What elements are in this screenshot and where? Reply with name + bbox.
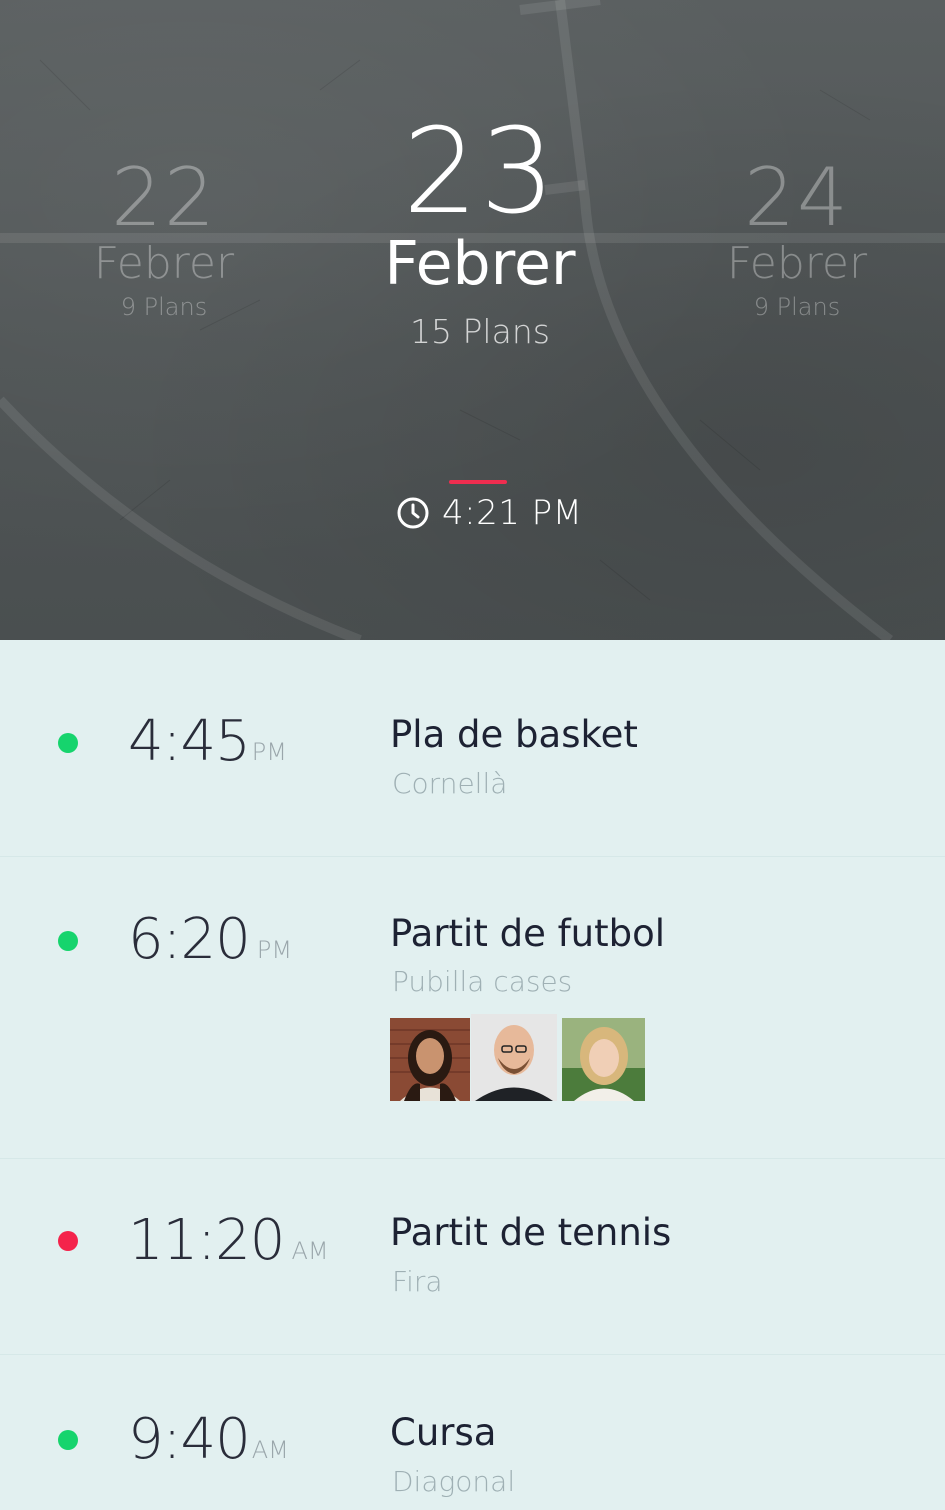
day-previous[interactable]: 22 Febrer 9 Plans bbox=[34, 158, 294, 322]
event-title: Pla de basket bbox=[390, 713, 638, 756]
event-time: 4:45PM bbox=[128, 712, 287, 772]
status-dot bbox=[58, 1430, 78, 1450]
event-time-value: 4:45 bbox=[128, 709, 251, 774]
day-month: Febrer bbox=[384, 229, 576, 299]
event-list: 4:45PM Pla de basket Cornellà 6:20 PM Pa… bbox=[0, 640, 945, 1510]
current-time: 4:21 PM bbox=[396, 493, 583, 533]
avatar[interactable] bbox=[471, 1014, 557, 1101]
event-time: 6:20 PM bbox=[128, 910, 292, 970]
event-location: Pubilla cases bbox=[392, 965, 573, 998]
day-number: 23 bbox=[402, 102, 558, 240]
event-item[interactable]: 11:20 AM Partit de tennis Fira bbox=[0, 1158, 945, 1354]
date-header: 22 Febrer 9 Plans 23 Febrer 15 Plans 24 … bbox=[0, 0, 945, 640]
event-title: Cursa bbox=[390, 1411, 497, 1454]
day-next[interactable]: 24 Febrer 9 Plans bbox=[667, 158, 927, 322]
event-location: Fira bbox=[392, 1265, 443, 1298]
event-title: Partit de futbol bbox=[390, 912, 665, 955]
day-current[interactable]: 23 Febrer 15 Plans bbox=[330, 112, 630, 352]
event-time: 11:20 AM bbox=[128, 1211, 329, 1271]
event-time-period: AM bbox=[251, 1436, 289, 1464]
event-time-period: AM bbox=[291, 1237, 329, 1265]
day-number: 24 bbox=[744, 151, 850, 244]
event-item[interactable]: 4:45PM Pla de basket Cornellà bbox=[0, 640, 945, 856]
status-dot bbox=[58, 931, 78, 951]
event-time: 9:40AM bbox=[128, 1410, 289, 1470]
event-item[interactable]: 9:40AM Cursa Diagonal bbox=[0, 1354, 945, 1510]
day-month: Febrer bbox=[726, 238, 868, 289]
day-plans-count: 15 Plans bbox=[410, 312, 550, 351]
day-number: 22 bbox=[111, 151, 217, 244]
avatar[interactable] bbox=[562, 1018, 645, 1101]
day-plans-count: 9 Plans bbox=[753, 293, 841, 321]
event-time-value: 6:20 bbox=[128, 907, 251, 972]
event-time-value: 11:20 bbox=[128, 1208, 285, 1273]
event-title: Partit de tennis bbox=[390, 1211, 672, 1254]
current-time-label: 4:21 PM bbox=[442, 493, 583, 533]
avatar[interactable] bbox=[390, 1018, 470, 1101]
event-location: Cornellà bbox=[392, 767, 508, 800]
event-time-period: PM bbox=[256, 936, 293, 964]
day-plans-count: 9 Plans bbox=[120, 293, 208, 321]
status-dot bbox=[58, 1231, 78, 1251]
clock-icon bbox=[397, 497, 429, 529]
event-time-period: PM bbox=[251, 738, 287, 766]
status-dot bbox=[58, 733, 78, 753]
current-time-indicator bbox=[449, 480, 507, 484]
participant-avatars[interactable] bbox=[390, 1014, 650, 1104]
day-month: Febrer bbox=[93, 238, 235, 289]
event-item[interactable]: 6:20 PM Partit de futbol Pubilla cases bbox=[0, 856, 945, 1158]
event-time-value: 9:40 bbox=[128, 1407, 251, 1472]
event-location: Diagonal bbox=[392, 1465, 516, 1498]
